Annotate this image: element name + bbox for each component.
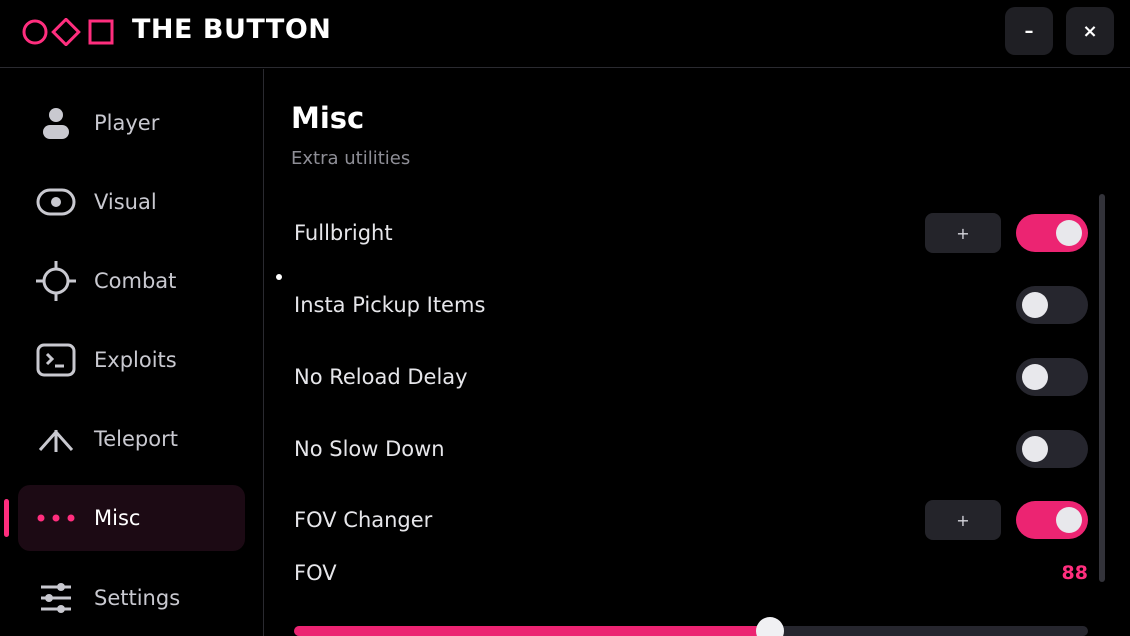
sidebar-item-player[interactable]: Player [18, 90, 245, 156]
teleport-arrow-icon [36, 424, 76, 454]
fullbright-toggle[interactable] [1016, 214, 1088, 252]
sidebar-item-label: Exploits [94, 348, 177, 372]
minimize-icon: – [1024, 20, 1034, 42]
fov-changer-toggle[interactable] [1016, 501, 1088, 539]
keybind-button[interactable]: + [925, 213, 1001, 253]
sidebar-item-teleport[interactable]: Teleport [18, 406, 245, 472]
setting-label: Insta Pickup Items [294, 293, 486, 317]
fov-label: FOV [294, 561, 337, 585]
sliders-icon [36, 583, 76, 613]
sidebar-item-label: Misc [94, 506, 141, 530]
page-subtitle: Extra utilities [291, 148, 411, 169]
user-icon [36, 108, 76, 139]
fov-value: 88 [1061, 562, 1088, 584]
toggle-knob [1022, 292, 1048, 318]
logo-shapes-icon [22, 18, 114, 46]
sidebar-item-label: Teleport [94, 427, 178, 451]
setting-label: No Slow Down [294, 437, 445, 461]
fov-slider-thumb[interactable] [756, 617, 785, 636]
setting-label: FOV Changer [294, 508, 433, 532]
close-button[interactable]: × [1066, 7, 1114, 55]
sidebar-item-misc[interactable]: Misc [18, 485, 245, 551]
close-icon: × [1082, 20, 1098, 42]
no-reload-delay-toggle[interactable] [1016, 358, 1088, 396]
setting-label: No Reload Delay [294, 365, 468, 389]
setting-row-insta-pickup: Insta Pickup Items [294, 285, 1088, 325]
crosshair-icon [36, 261, 76, 301]
app-title: THE BUTTON [132, 14, 332, 45]
insta-pickup-toggle[interactable] [1016, 286, 1088, 324]
sidebar-item-settings[interactable]: Settings [18, 565, 245, 631]
cursor-dot [276, 274, 282, 280]
sidebar: Player Visual Combat Exploits Teleport M… [0, 69, 264, 636]
eye-icon [36, 187, 76, 217]
no-slow-down-toggle[interactable] [1016, 430, 1088, 468]
active-indicator [4, 499, 9, 537]
sidebar-item-label: Player [94, 111, 160, 135]
title-bar: THE BUTTON – × [0, 0, 1130, 68]
sidebar-item-exploits[interactable]: Exploits [18, 327, 245, 393]
setting-row-no-reload-delay: No Reload Delay [294, 357, 1088, 397]
toggle-knob [1022, 364, 1048, 390]
sidebar-item-visual[interactable]: Visual [18, 169, 245, 235]
page-title: Misc [291, 101, 365, 135]
toggle-knob [1022, 436, 1048, 462]
sidebar-item-combat[interactable]: Combat [18, 248, 245, 314]
sidebar-item-label: Settings [94, 586, 181, 610]
fov-slider-fill [294, 626, 771, 636]
fov-slider[interactable] [294, 617, 1088, 636]
minimize-button[interactable]: – [1005, 7, 1053, 55]
scrollbar[interactable] [1099, 194, 1105, 582]
terminal-icon [36, 343, 76, 377]
dots-icon [36, 503, 76, 533]
main-panel: Misc Extra utilities Fullbright + Insta … [265, 69, 1130, 636]
setting-label: Fullbright [294, 221, 393, 245]
sidebar-item-label: Visual [94, 190, 157, 214]
keybind-button[interactable]: + [925, 500, 1001, 540]
toggle-knob [1056, 507, 1082, 533]
setting-row-fov-changer: FOV Changer + [294, 500, 1088, 540]
sidebar-item-label: Combat [94, 269, 177, 293]
toggle-knob [1056, 220, 1082, 246]
setting-row-no-slow-down: No Slow Down [294, 429, 1088, 469]
setting-row-fullbright: Fullbright + [294, 213, 1088, 253]
